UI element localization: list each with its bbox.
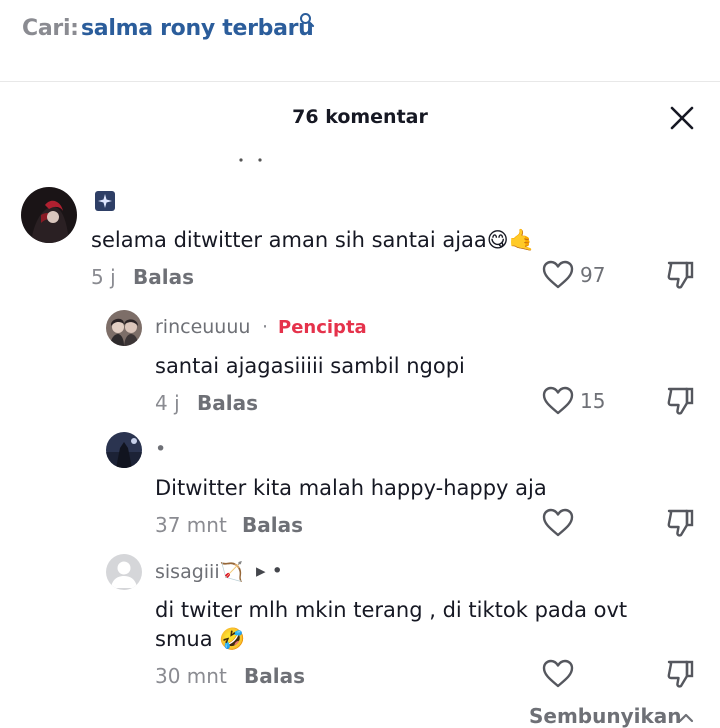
collapse-replies-button[interactable]: Sembunyikan xyxy=(529,704,682,728)
avatar[interactable] xyxy=(106,310,142,346)
heart-icon[interactable] xyxy=(541,259,575,290)
comment-text: selama ditwitter aman sih santai ajaa😋🤙 xyxy=(91,228,535,252)
reply-button[interactable]: Balas xyxy=(242,513,303,537)
dislike-icon[interactable] xyxy=(665,385,695,417)
comment-time: 5 j xyxy=(91,265,116,289)
username-suffix: ▸ • xyxy=(256,560,283,582)
sparkle-icon xyxy=(95,191,115,211)
comment-time: 37 mnt xyxy=(155,513,227,537)
default-avatar-icon xyxy=(106,554,142,590)
comments-count-title: 76 komentar xyxy=(292,106,428,128)
username[interactable]: • xyxy=(155,438,166,460)
comment-text: Ditwitter kita malah happy-happy aja xyxy=(155,476,547,500)
dislike-icon[interactable] xyxy=(665,259,695,291)
search-query[interactable]: salma rony terbaru xyxy=(81,16,314,41)
creator-badge: Pencipta xyxy=(278,317,367,338)
clipped-text-fragment xyxy=(236,148,266,162)
close-icon xyxy=(670,106,694,130)
heart-icon[interactable] xyxy=(541,658,575,689)
comment-text-line-2: smua 🤣 xyxy=(155,627,246,651)
comment-text: santai ajagasiiiii sambil ngopi xyxy=(155,354,465,378)
dislike-icon[interactable] xyxy=(665,658,695,690)
close-button[interactable] xyxy=(664,100,700,136)
username[interactable]: rinceuuuu xyxy=(155,316,250,338)
comment-time: 30 mnt xyxy=(155,664,227,688)
comment-time: 4 j xyxy=(155,391,180,415)
avatar[interactable] xyxy=(106,554,142,590)
search-bar[interactable]: Cari: salma rony terbaru xyxy=(0,0,720,82)
avatar[interactable] xyxy=(106,432,142,468)
like-count: 15 xyxy=(580,389,606,413)
like-count: 97 xyxy=(580,263,606,287)
dislike-icon[interactable] xyxy=(665,507,695,539)
heart-icon[interactable] xyxy=(541,507,575,538)
username[interactable]: sisagiii🏹 xyxy=(155,560,243,583)
comment-text-line-1: di twiter mlh mkin terang , di tiktok pa… xyxy=(155,598,628,622)
chevron-up-icon[interactable] xyxy=(678,708,694,723)
search-prefix: Cari: xyxy=(22,16,79,41)
avatar[interactable] xyxy=(21,187,77,243)
heart-icon[interactable] xyxy=(541,385,575,416)
reply-button[interactable]: Balas xyxy=(133,265,194,289)
reply-button[interactable]: Balas xyxy=(244,664,305,688)
comments-header: 76 komentar xyxy=(0,82,720,154)
search-icon[interactable] xyxy=(299,12,315,28)
separator-dot: · xyxy=(262,316,269,338)
reply-button[interactable]: Balas xyxy=(197,391,258,415)
